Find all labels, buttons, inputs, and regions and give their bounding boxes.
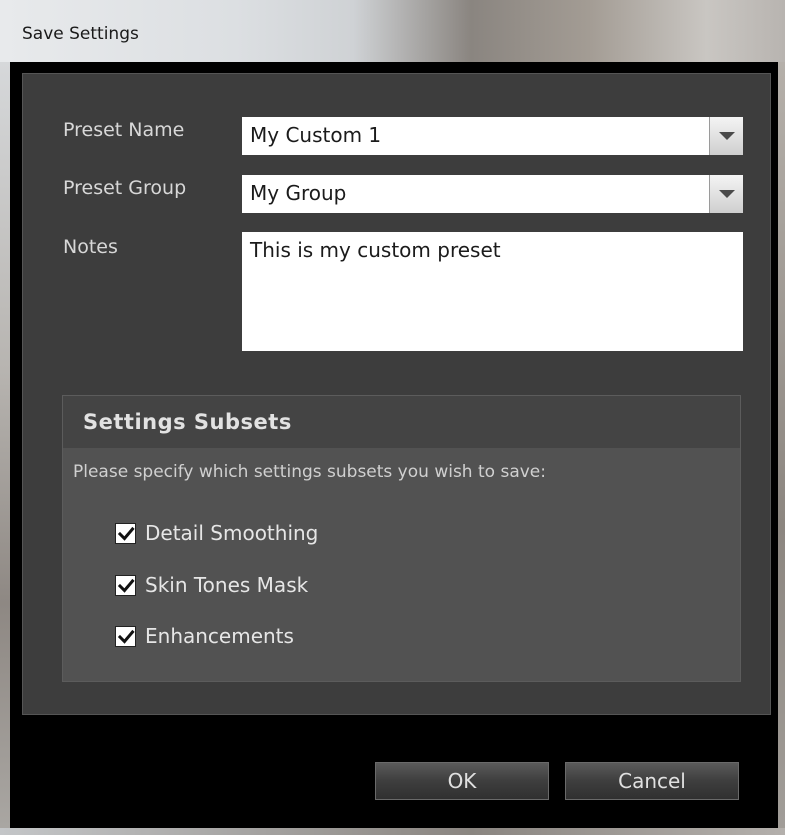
enhancements-checkbox[interactable] [115,626,136,647]
checkmark-icon [117,578,135,593]
notes-textarea[interactable]: This is my custom preset [242,232,743,351]
preset-group-dropdown-button[interactable] [709,175,743,213]
preset-group-input[interactable]: My Group [242,175,709,213]
skin-tones-mask-label: Skin Tones Mask [145,573,309,597]
window-frame-left [0,62,10,835]
ok-button[interactable]: OK [375,762,549,800]
window-frame-right [778,62,785,835]
settings-subsets-description: Please specify which settings subsets yo… [73,462,546,482]
checkmark-icon [117,629,135,644]
cancel-button[interactable]: Cancel [565,762,739,800]
detail-smoothing-label: Detail Smoothing [145,521,319,545]
title-bar[interactable]: Save Settings [0,0,785,62]
settings-subsets-panel: Settings Subsets Please specify which se… [62,395,741,682]
notes-label: Notes [63,236,118,258]
checkmark-icon [117,526,135,541]
window-frame-bottom [0,828,785,835]
chevron-down-icon [719,132,735,140]
detail-smoothing-checkbox[interactable] [115,523,136,544]
preset-name-dropdown-button[interactable] [709,117,743,155]
window-title: Save Settings [22,24,139,44]
settings-subsets-title: Settings Subsets [83,410,292,434]
settings-subsets-header: Settings Subsets [63,396,740,448]
skin-tones-mask-checkbox[interactable] [115,575,136,596]
save-settings-dialog: Save Settings Preset Name My Custom 1 Pr… [0,0,785,835]
preset-name-input[interactable]: My Custom 1 [242,117,709,155]
chevron-down-icon [719,190,735,198]
enhancements-label: Enhancements [145,624,294,648]
preset-name-label: Preset Name [63,119,185,141]
preset-group-label: Preset Group [63,177,187,199]
